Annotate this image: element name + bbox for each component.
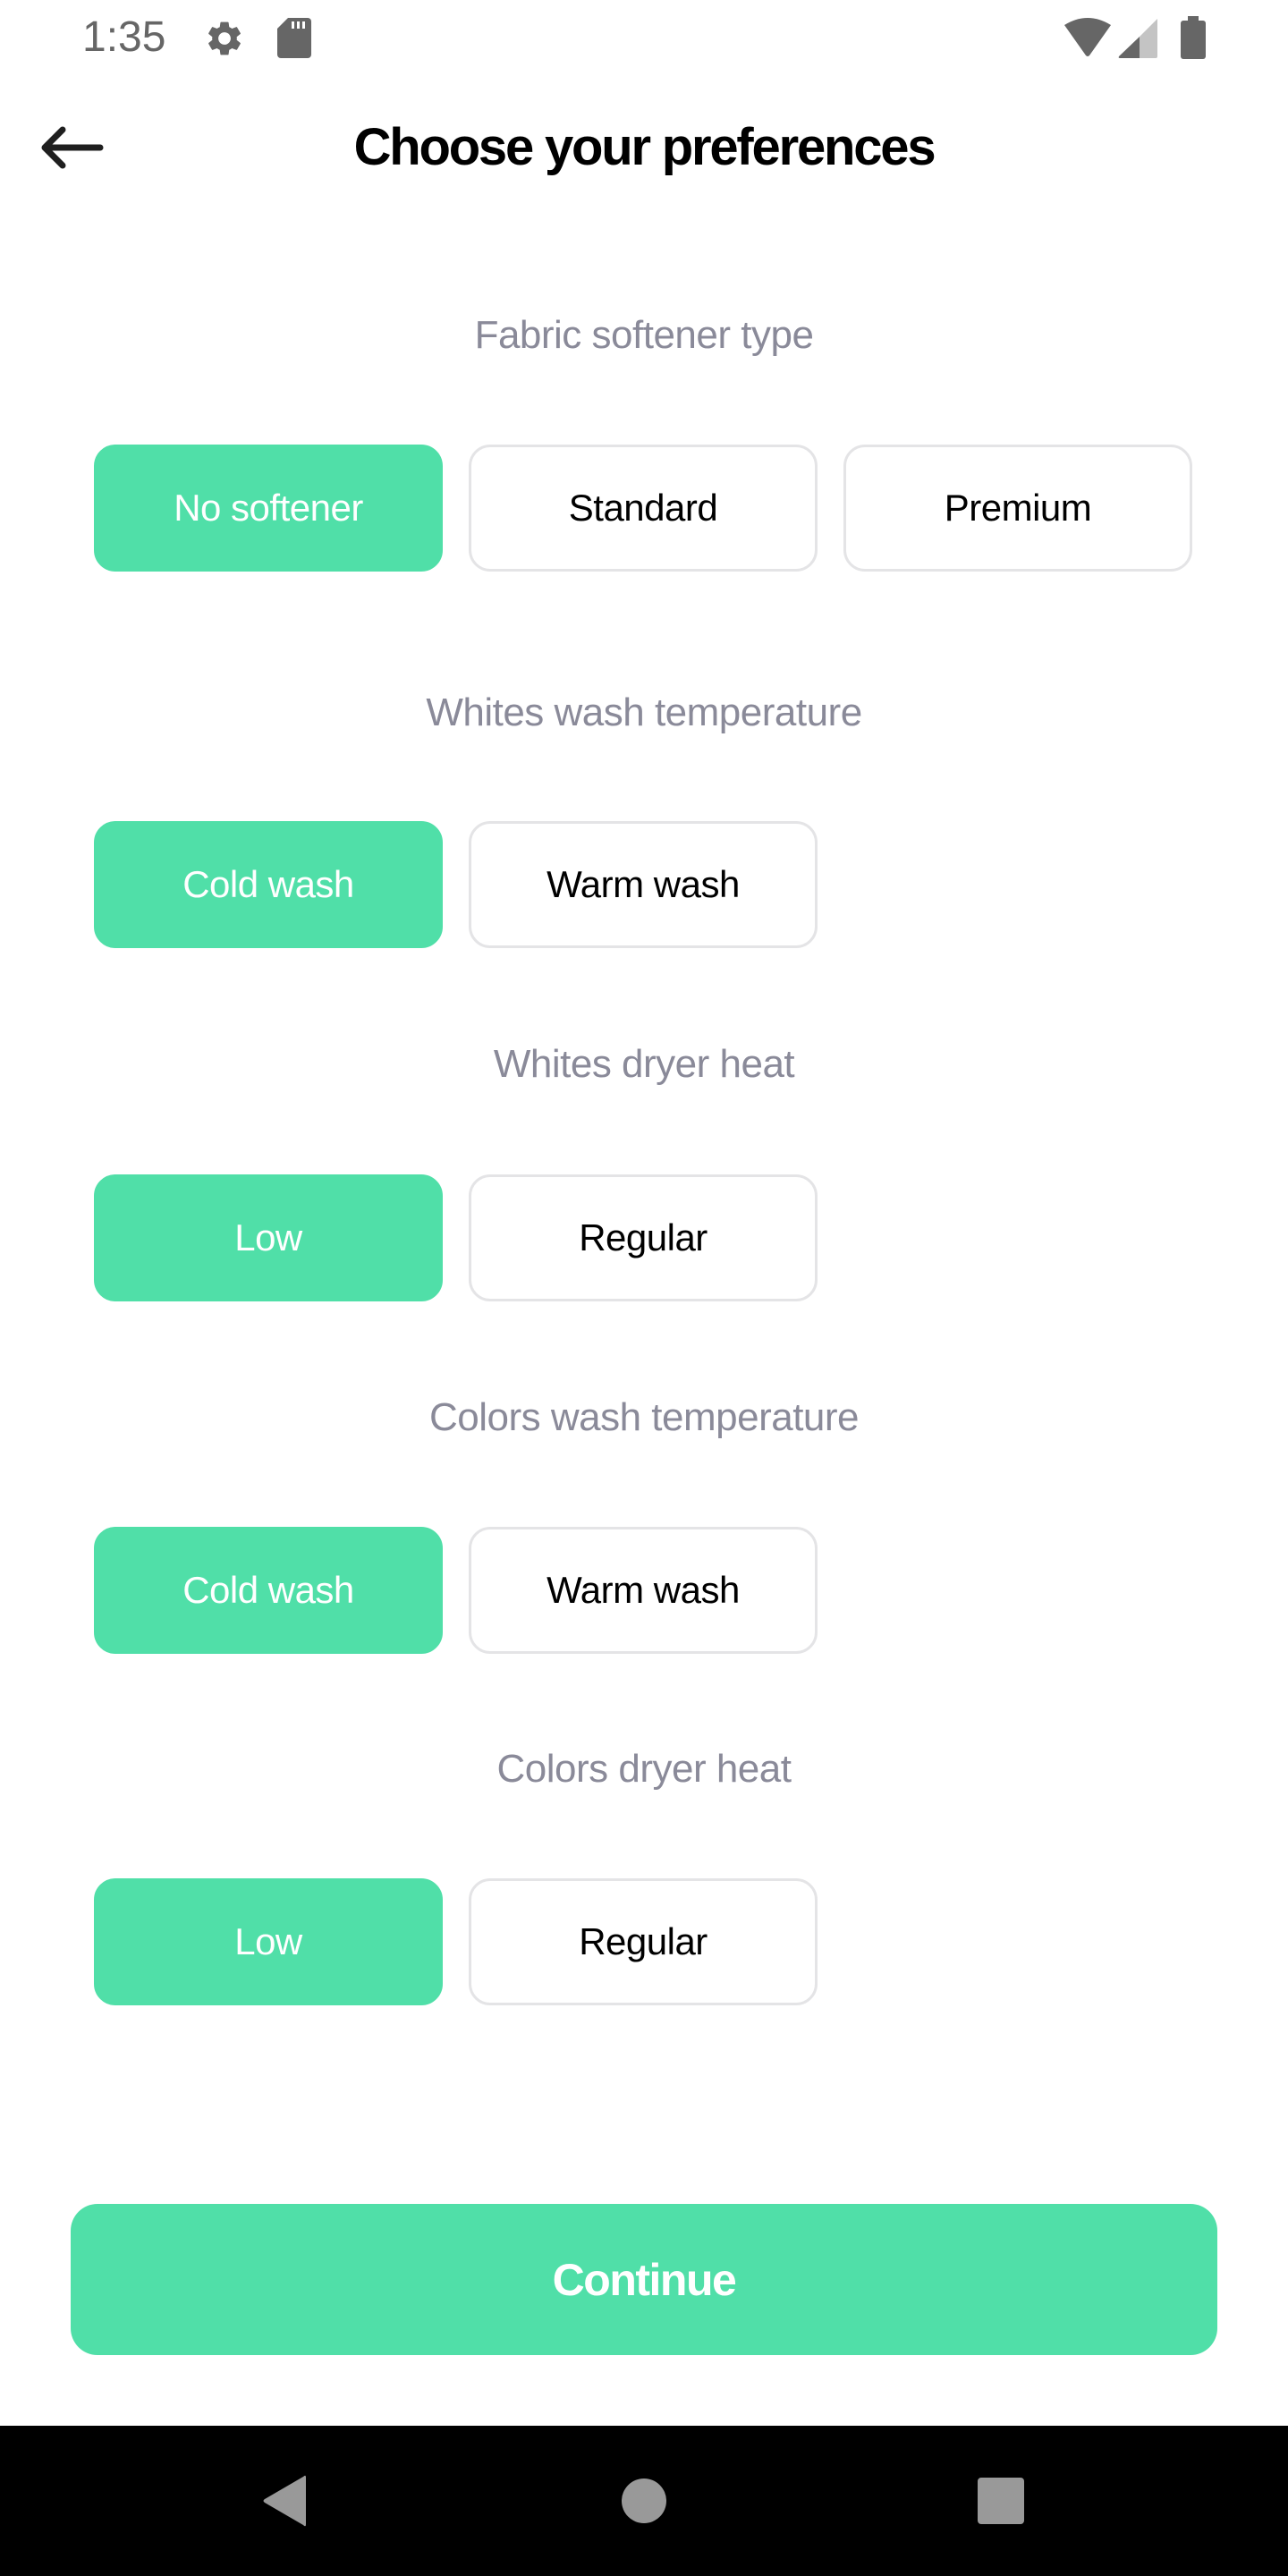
option-premium[interactable]: Premium [843, 445, 1192, 572]
option-group-colors-dryer-heat: Low Regular [94, 1878, 818, 2005]
option-low[interactable]: Low [94, 1878, 443, 2005]
option-cold-wash[interactable]: Cold wash [94, 821, 443, 948]
status-time: 1:35 [82, 13, 166, 61]
section-label-colors-dryer-heat: Colors dryer heat [496, 1747, 792, 1791]
wifi-icon [1063, 16, 1113, 57]
nav-recents-button[interactable] [929, 2426, 1072, 2576]
section-label-colors-wash-temperature: Colors wash temperature [428, 1395, 860, 1439]
continue-button[interactable]: Continue [71, 2204, 1217, 2355]
gear-icon [204, 18, 245, 59]
option-group-colors-wash-temperature: Cold wash Warm wash [94, 1527, 818, 1654]
sd-card-icon [277, 18, 311, 58]
section-label-whites-dryer-heat: Whites dryer heat [493, 1042, 795, 1086]
nav-home-button[interactable] [572, 2426, 716, 2576]
option-cold-wash[interactable]: Cold wash [94, 1527, 443, 1654]
option-no-softener[interactable]: No softener [94, 445, 443, 572]
status-bar: 1:35 [0, 0, 1288, 75]
battery-icon [1181, 16, 1206, 59]
nav-back-button[interactable] [213, 2426, 356, 2576]
cell-signal-icon [1118, 19, 1159, 58]
option-standard[interactable]: Standard [469, 445, 818, 572]
option-group-whites-dryer-heat: Low Regular [94, 1174, 818, 1301]
option-warm-wash[interactable]: Warm wash [469, 1527, 818, 1654]
option-group-whites-wash-temperature: Cold wash Warm wash [94, 821, 818, 948]
section-label-fabric-softener: Fabric softener type [474, 313, 814, 357]
option-low[interactable]: Low [94, 1174, 443, 1301]
option-regular[interactable]: Regular [469, 1174, 818, 1301]
option-group-fabric-softener: No softener Standard Premium [94, 445, 1192, 572]
section-label-whites-wash-temperature: Whites wash temperature [426, 691, 862, 734]
system-nav-bar [0, 2426, 1288, 2576]
page-title: Choose your preferences [353, 118, 936, 176]
option-warm-wash[interactable]: Warm wash [469, 821, 818, 948]
option-regular[interactable]: Regular [469, 1878, 818, 2005]
